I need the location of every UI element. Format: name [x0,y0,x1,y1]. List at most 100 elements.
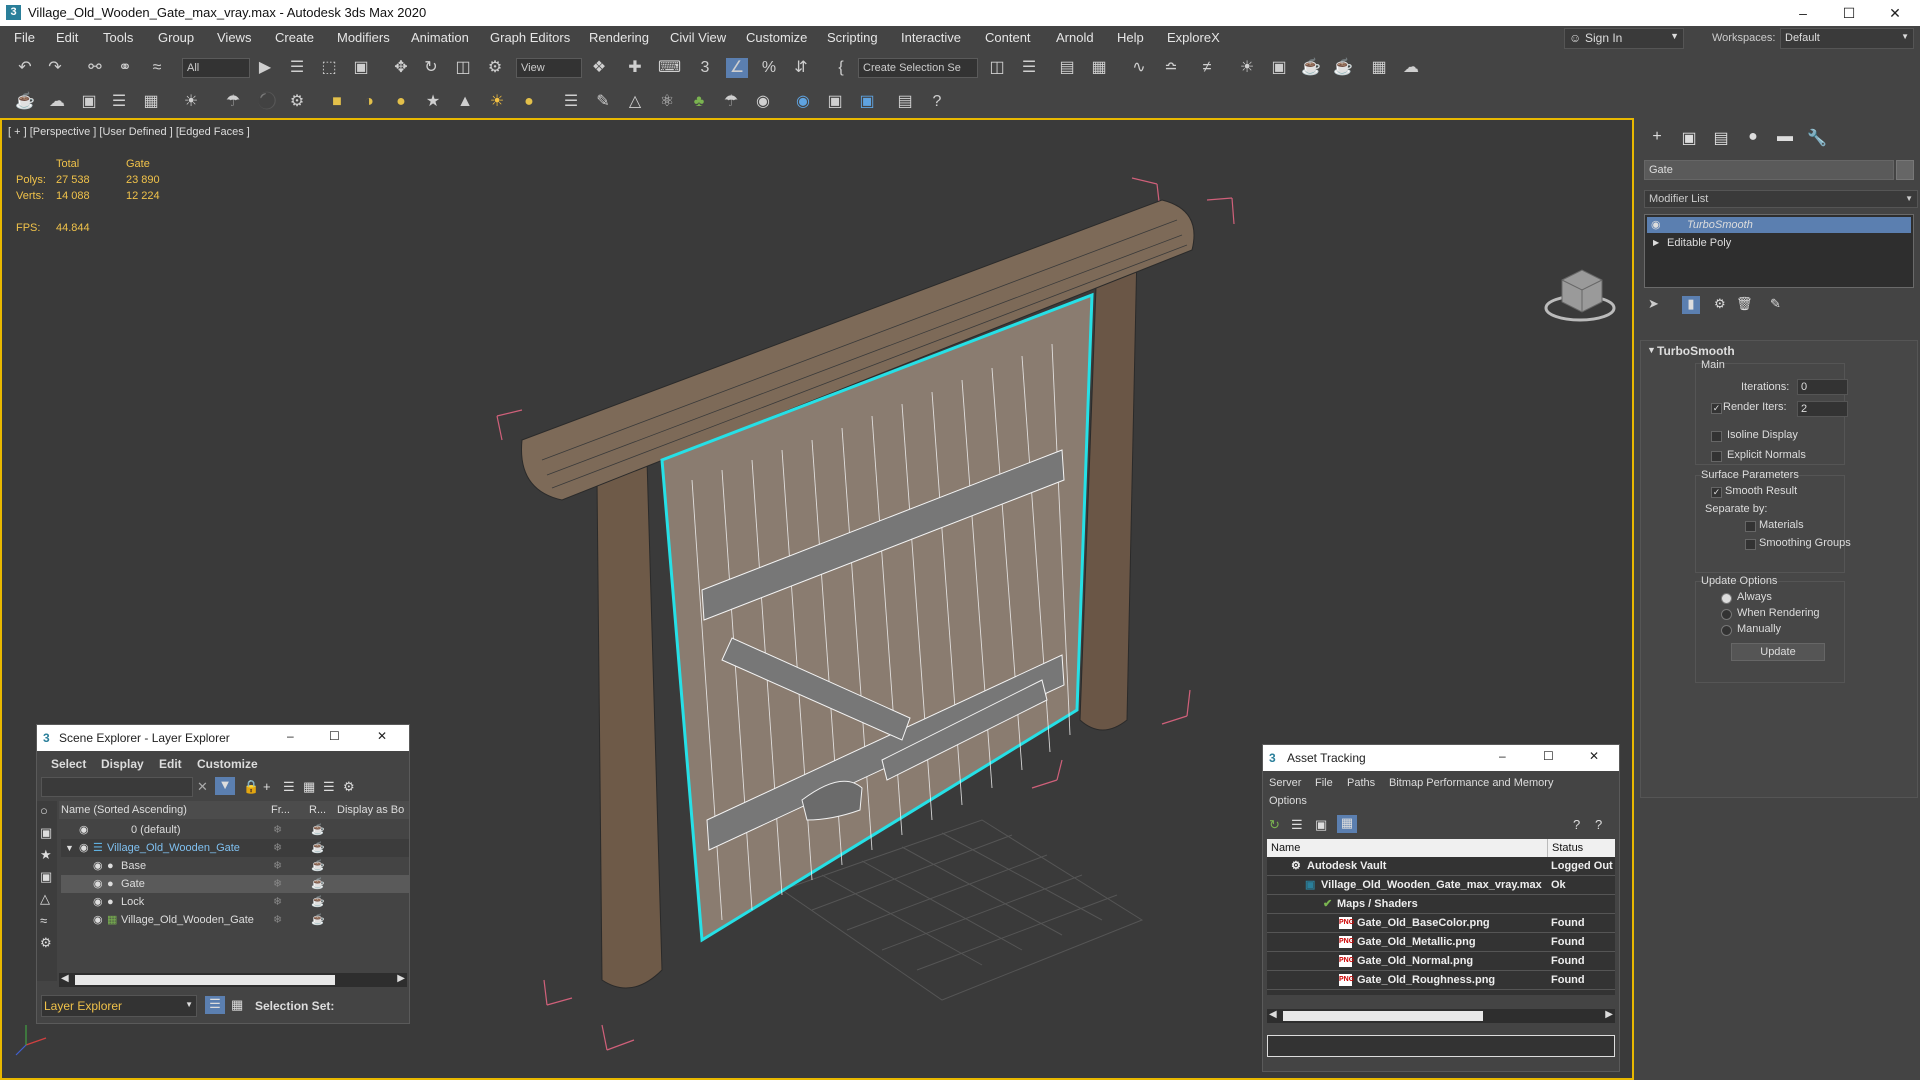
menu-content[interactable]: Content [985,30,1031,45]
col-freeze[interactable]: Fr... [271,801,290,819]
brush-icon[interactable]: ✎ [592,92,614,112]
move-to-layer-icon[interactable]: ▦ [303,779,315,795]
clear-icon[interactable]: ✕ [197,779,208,795]
close-button[interactable]: ✕ [1872,0,1918,26]
display-shapes-icon[interactable]: ▣ [40,825,52,841]
sun-icon[interactable]: ☀ [486,92,508,112]
scale-icon[interactable]: ◫ [452,58,474,78]
geosphere-icon[interactable]: ★ [422,92,444,112]
stack-item-turbosmooth[interactable]: ◉ TurboSmooth [1647,217,1911,233]
eye-icon[interactable]: ◉ [93,875,103,893]
bind-spacewarp-icon[interactable]: ≈ [146,58,168,78]
spinner-snap-icon[interactable]: ⇵ [790,58,812,78]
eye-icon[interactable]: ◉ [79,821,89,839]
curve-editor-icon[interactable]: ∿ [1128,58,1150,78]
freeze-icon[interactable]: ❄ [273,857,282,875]
freeze-icon[interactable]: ❄ [273,875,282,893]
layer-manager-icon[interactable]: ▤ [1056,58,1078,78]
minimize-icon[interactable]: – [287,729,294,743]
table-row[interactable]: PNG Gate_Old_Normal.png Found [1267,952,1615,971]
snaps-toggle-icon[interactable]: 3 [694,58,716,78]
col-name[interactable]: Name [1271,839,1300,857]
render-iterative-icon[interactable]: ☕ [1332,58,1354,78]
unlink-icon[interactable]: ⚭ [114,58,136,78]
selection-set-select[interactable]: Create Selection Se [858,58,978,78]
minimize-icon[interactable]: – [1499,749,1506,763]
sx-search-input[interactable] [41,777,193,797]
menu-create[interactable]: Create [275,30,314,45]
list-view-icon[interactable]: ☰ [1291,817,1303,833]
menu-group[interactable]: Group [158,30,194,45]
at-menu-file[interactable]: File [1315,777,1333,789]
rotate-icon[interactable]: ↻ [420,58,442,78]
table-view-icon[interactable]: ▦ [1337,815,1357,833]
eye-icon[interactable]: ◉ [93,893,103,911]
display-cameras-icon[interactable]: ▣ [40,869,52,885]
maximize-icon[interactable]: ☐ [1543,749,1554,763]
menu-rendering[interactable]: Rendering [589,30,649,45]
window-crossing-icon[interactable]: ▣ [350,58,372,78]
menu-interactive[interactable]: Interactive [901,30,961,45]
cloud-icon[interactable]: ☁ [46,92,68,112]
table-row[interactable]: PNG Gate_Old_BaseColor.png Found [1267,914,1615,933]
collapse-icon[interactable]: ▼ [1647,345,1656,355]
motion-tab-icon[interactable]: ● [1742,128,1764,148]
align-icon[interactable]: ☰ [1018,58,1040,78]
menu-help[interactable]: Help [1117,30,1144,45]
scroll-thumb[interactable] [75,975,335,985]
render-cloud-icon[interactable]: ☁ [1400,58,1422,78]
update-button[interactable]: Update [1731,643,1825,661]
hdri-icon[interactable]: ☂ [720,92,742,112]
at-menu-options[interactable]: Options [1269,795,1307,807]
smooth-result-checkbox[interactable]: ✓ [1711,487,1722,498]
freeze-icon[interactable]: ❄ [273,821,282,839]
pivot-point-icon[interactable]: ❖ [588,58,610,78]
teapot-icon[interactable]: ☕ [311,893,325,911]
cone-icon[interactable]: ▲ [454,92,476,112]
col-status[interactable]: Status [1547,839,1583,857]
display-lights-icon[interactable]: ★ [40,847,52,863]
close-icon[interactable]: ✕ [377,729,387,743]
table-row[interactable]: ✔ Maps / Shaders [1267,895,1615,914]
menu-animation[interactable]: Animation [411,30,469,45]
menu-graph-editors[interactable]: Graph Editors [490,30,570,45]
picture-icon[interactable]: ▣ [824,92,846,112]
workspaces-select[interactable]: Default ▼ [1780,28,1914,49]
menu-tools[interactable]: Tools [103,30,133,45]
teapot-icon[interactable]: ☕ [311,839,325,857]
edit-named-selection-icon[interactable]: { [830,58,852,78]
create-tab-icon[interactable]: + [1646,128,1668,148]
file-icon[interactable]: ▤ [894,92,916,112]
image-icon[interactable]: ▣ [78,92,100,112]
manipulate-icon[interactable]: ✚ [624,58,646,78]
teapot-icon[interactable]: ☕ [311,857,325,875]
eye-icon[interactable]: ◉ [79,839,89,857]
object-color-swatch[interactable] [1896,160,1914,180]
table-row[interactable]: PNG Gate_Old_Roughness.png Found [1267,971,1615,990]
layers-icon[interactable]: ☰ [283,779,295,795]
freeze-icon[interactable]: ❄ [273,839,282,857]
half-sphere-icon[interactable]: ◑ [358,92,380,112]
remove-modifier-icon[interactable]: 🗑 [1736,296,1753,312]
object-name-field[interactable]: Gate [1644,160,1894,180]
menu-edit[interactable]: Edit [56,30,78,45]
sphere-light-icon[interactable]: ⚫ [256,92,278,112]
scroll-left-icon[interactable]: ◀ [61,973,69,984]
display-helpers-icon[interactable]: △ [40,891,50,907]
stack-icon[interactable]: ☰ [323,779,335,795]
menu-modifiers[interactable]: Modifiers [337,30,390,45]
light-icon[interactable]: ☀ [180,92,202,112]
move-icon[interactable]: ✥ [390,58,412,78]
grid-icon[interactable]: ▦ [140,92,162,112]
freeze-icon[interactable]: ❄ [273,911,282,929]
scroll-right-icon[interactable]: ▶ [397,973,405,984]
teapot-icon[interactable]: ☕ [311,821,325,839]
angle-snap-icon[interactable]: ∠ [726,58,748,78]
list-item[interactable]: ◉ 0 (default) ❄ ☕ [61,821,409,839]
sx-horizontal-scrollbar[interactable]: ◀ ▶ [59,973,407,987]
sphere-icon[interactable]: ● [390,92,412,112]
scroll-right-icon[interactable]: ▶ [1605,1009,1613,1020]
modify-tab-icon[interactable]: ▣ [1678,128,1700,148]
make-unique-icon[interactable]: ⚙ [1714,296,1726,312]
link-icon[interactable]: ⚯ [84,58,106,78]
